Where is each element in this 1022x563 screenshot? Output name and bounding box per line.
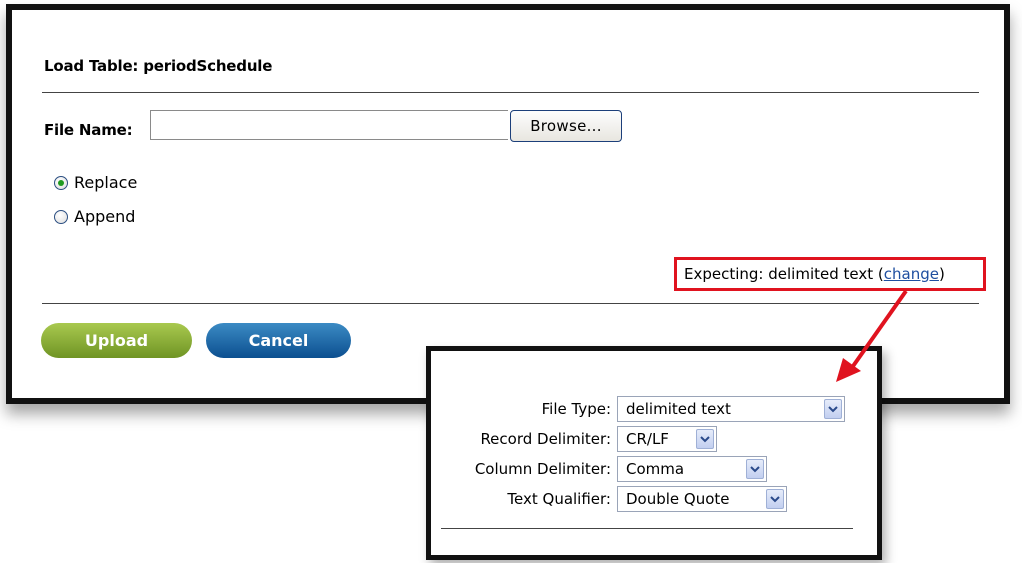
- record-delimiter-row: Record Delimiter: CR/LF: [431, 426, 717, 452]
- radio-option-replace[interactable]: Replace: [54, 173, 137, 192]
- column-delimiter-row: Column Delimiter: Comma: [431, 456, 767, 482]
- column-delimiter-select[interactable]: Comma: [617, 456, 767, 482]
- cancel-button[interactable]: Cancel: [206, 323, 351, 358]
- column-delimiter-label: Column Delimiter:: [474, 460, 611, 478]
- chevron-down-icon[interactable]: [824, 399, 842, 419]
- text-qualifier-value: Double Quote: [626, 490, 730, 508]
- chevron-down-icon[interactable]: [766, 489, 784, 509]
- file-name-label: File Name:: [44, 121, 133, 139]
- column-delimiter-value: Comma: [626, 460, 685, 478]
- expecting-suffix: ): [938, 265, 945, 283]
- radio-label-append: Append: [74, 207, 136, 226]
- expecting-text: Expecting: delimited text (: [684, 265, 884, 283]
- page-title: Load Table: periodSchedule: [44, 57, 273, 75]
- radio-checked-icon[interactable]: [54, 175, 68, 190]
- record-delimiter-value: CR/LF: [626, 430, 669, 448]
- file-type-row: File Type: delimited text: [431, 396, 845, 422]
- text-qualifier-row: Text Qualifier: Double Quote: [431, 486, 787, 512]
- upload-button[interactable]: Upload: [41, 323, 192, 358]
- file-name-input[interactable]: [150, 110, 508, 140]
- text-qualifier-label: Text Qualifier:: [507, 490, 611, 508]
- file-format-popup: File Type: delimited text Record Delimit…: [426, 346, 882, 560]
- divider: [42, 303, 979, 304]
- chevron-down-icon[interactable]: [746, 459, 764, 479]
- divider: [42, 92, 979, 93]
- browse-button[interactable]: Browse...: [510, 110, 622, 142]
- radio-option-append[interactable]: Append: [54, 207, 135, 226]
- expecting-format-highlight: Expecting: delimited text (change): [674, 257, 986, 291]
- file-type-value: delimited text: [626, 400, 731, 418]
- divider: [441, 528, 853, 529]
- file-type-select[interactable]: delimited text: [617, 396, 845, 422]
- change-format-link[interactable]: change: [884, 265, 939, 283]
- file-type-label: File Type:: [541, 400, 611, 418]
- record-delimiter-label: Record Delimiter:: [480, 430, 611, 448]
- radio-label-replace: Replace: [74, 173, 138, 192]
- text-qualifier-select[interactable]: Double Quote: [617, 486, 787, 512]
- record-delimiter-select[interactable]: CR/LF: [617, 426, 717, 452]
- radio-unchecked-icon[interactable]: [54, 209, 68, 224]
- chevron-down-icon[interactable]: [696, 429, 714, 449]
